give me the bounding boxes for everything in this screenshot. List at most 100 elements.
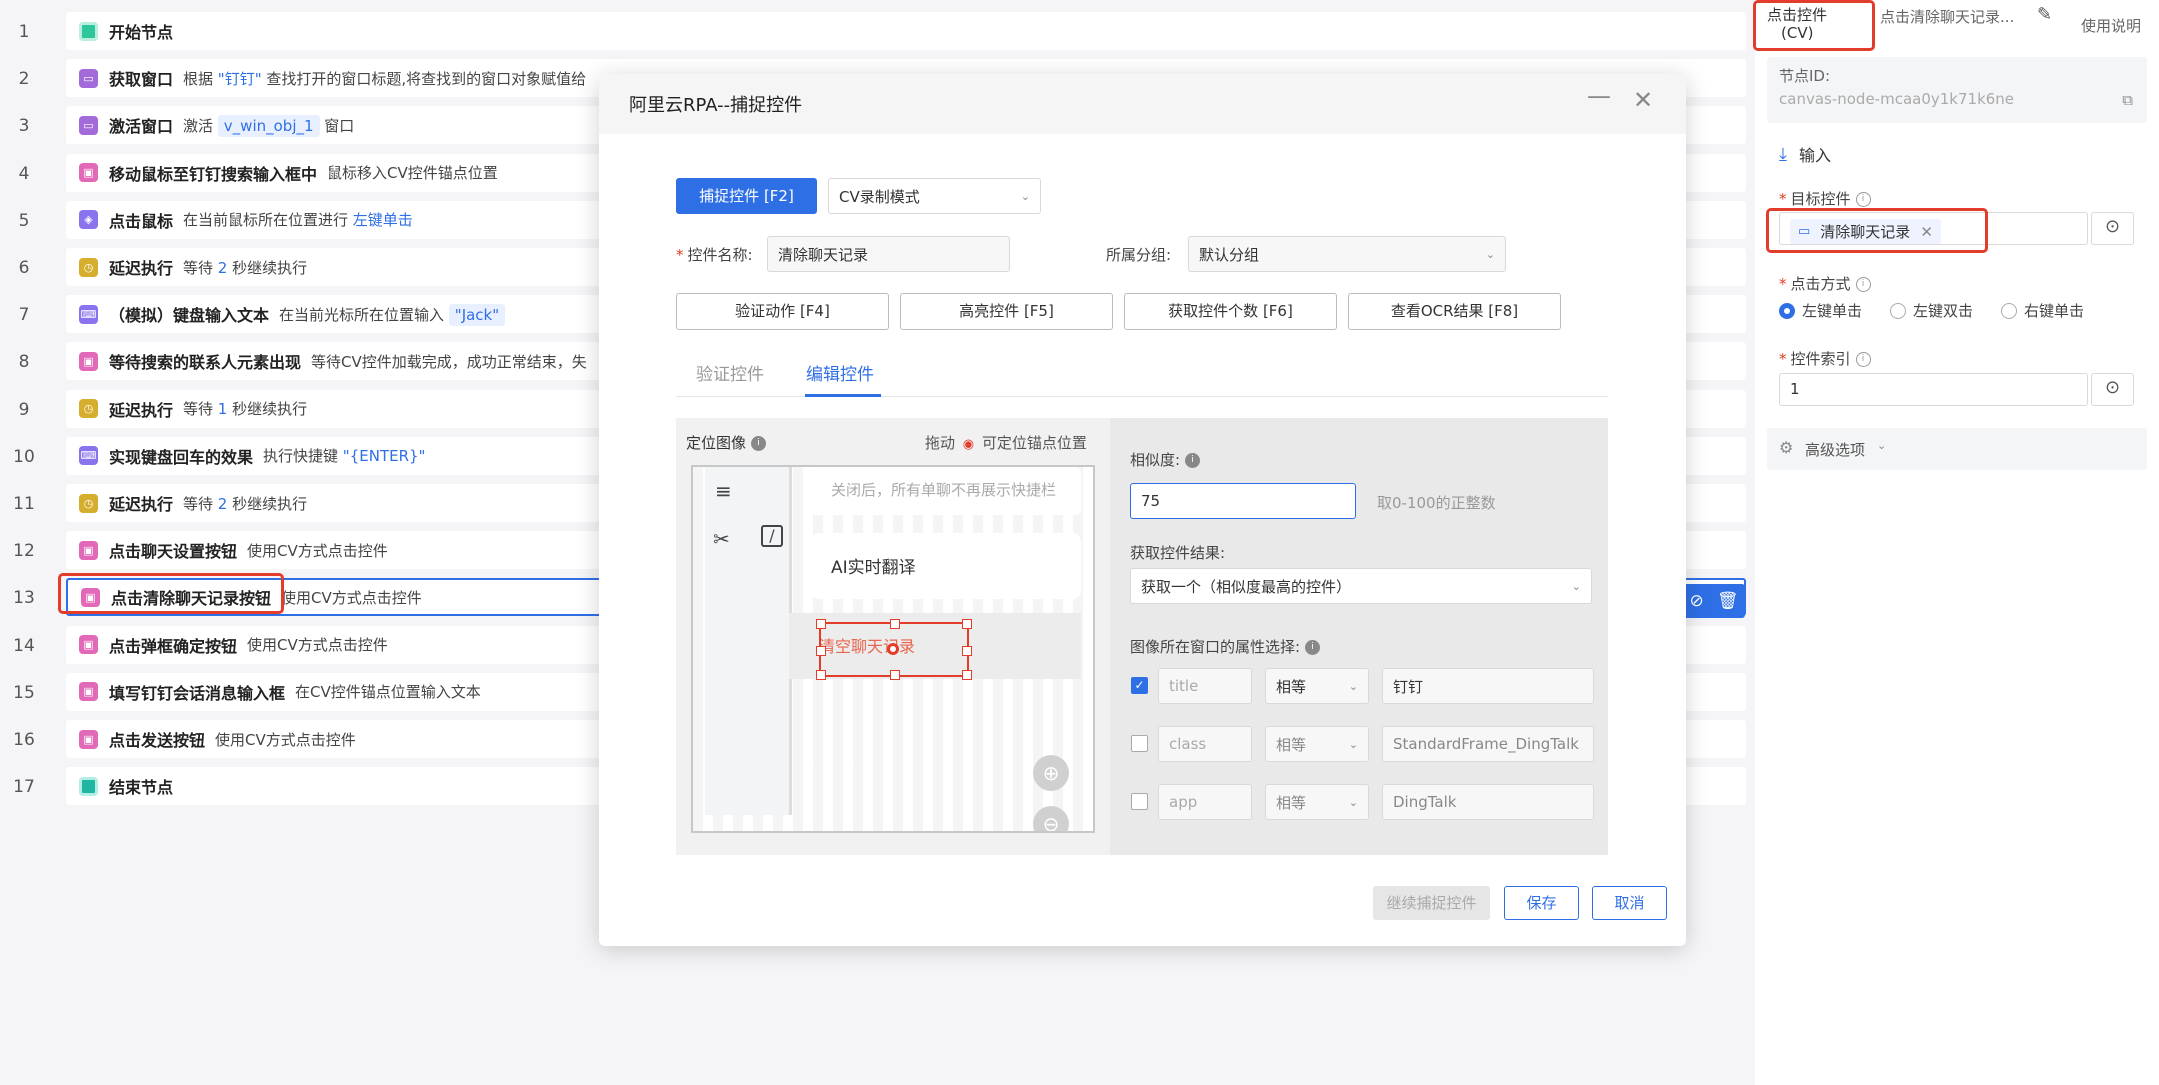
info-icon: i (1305, 640, 1321, 655)
view-ocr-result-button[interactable]: 查看OCR结果 [F8] (1348, 293, 1561, 330)
resize-handle[interactable] (816, 619, 826, 629)
chevron-down-icon: ⌄ (1348, 738, 1358, 751)
anchor-point[interactable] (887, 643, 899, 655)
chevron-down-icon: ⌄ (1020, 190, 1030, 203)
mouse-icon: ◈ (79, 210, 98, 230)
locate-image-label: 定位图像 i (686, 432, 767, 453)
capture-control-button[interactable]: 捕捉控件 [F2] (676, 178, 817, 214)
attr-title-checkbox[interactable]: ✓ (1131, 677, 1148, 694)
step-title: （模拟）键盘输入文本 (109, 306, 270, 326)
step-title: 激活窗口 (109, 117, 174, 137)
resize-handle[interactable] (890, 670, 900, 680)
radio-right-click[interactable]: 右键单击 (2001, 300, 2084, 321)
row-actions: ⊘ 🗑 (1683, 584, 1745, 618)
attr-class-op[interactable]: 相等 ⌄ (1265, 726, 1369, 762)
table-row[interactable]: 1 开始节点 (0, 9, 1755, 56)
index-more-button[interactable]: ⊙ (2091, 373, 2134, 406)
image-icon: ▣ (79, 635, 98, 655)
step-title: 延迟执行 (109, 495, 174, 514)
step-description: 等待 1 秒继续执行 (183, 400, 308, 419)
dialog-title: 阿里云RPA--捕捉控件 (629, 95, 803, 116)
resize-handle[interactable] (890, 619, 900, 629)
highlight-control-button[interactable]: 高亮控件 [F5] (900, 293, 1113, 330)
chevron-down-icon: ⌄ (1571, 580, 1581, 593)
step-number: 10 (13, 446, 35, 467)
image-icon: ▣ (79, 351, 98, 371)
step-title: 实现键盘回车的效果 (109, 447, 254, 467)
info-icon: i (751, 436, 767, 451)
preview-top-text: 关闭后，所有单聊不再展示快捷栏 (811, 467, 1081, 515)
zoom-in-icon[interactable]: ⊕ (1033, 755, 1069, 791)
step-card[interactable]: 开始节点 (66, 12, 1746, 50)
control-index-input[interactable]: 1 (1779, 373, 2088, 406)
window-icon: ▭ (79, 115, 98, 135)
attr-class-checkbox[interactable] (1131, 735, 1148, 752)
image-icon: ▣ (79, 163, 98, 183)
result-select[interactable]: 获取一个（相似度最高的控件） ⌄ (1130, 568, 1592, 604)
chevron-down-icon: ⌄ (1348, 796, 1358, 809)
cancel-button[interactable]: 取消 (1592, 886, 1667, 920)
step-number: 12 (13, 541, 35, 562)
attr-app-op[interactable]: 相等 ⌄ (1265, 784, 1369, 820)
copy-icon[interactable]: ⧉ (2122, 91, 2133, 109)
similarity-label: 相似度: i (1130, 449, 1201, 470)
tab-edit-control[interactable]: 编辑控件 (806, 360, 874, 385)
disable-icon[interactable]: ⊘ (1690, 591, 1704, 611)
radio-left-double-click[interactable]: 左键双击 (1890, 300, 1973, 321)
step-title: 获取窗口 (109, 70, 174, 90)
record-mode-select[interactable]: CV录制模式 ⌄ (828, 178, 1041, 214)
resize-handle[interactable] (962, 646, 972, 656)
attr-app-checkbox[interactable] (1131, 793, 1148, 810)
trash-icon[interactable]: 🗑 (1717, 591, 1739, 611)
similarity-input[interactable]: 75 (1130, 483, 1356, 519)
edit-icon[interactable]: ✎ (2037, 4, 2052, 25)
group-select[interactable]: 默认分组 ⌄ (1188, 236, 1506, 272)
tab-node-name[interactable]: 点击清除聊天记录... (1880, 6, 2014, 27)
resize-handle[interactable] (816, 670, 826, 680)
radio-left-click[interactable]: 左键单击 (1779, 300, 1862, 321)
control-name-input[interactable]: 清除聊天记录 (767, 236, 1010, 272)
step-description: 在当前光标所在位置输入 "Jack" (279, 303, 506, 326)
step-number: 1 (18, 22, 30, 42)
captured-image[interactable]: ≡ ✂ / 关闭后，所有单聊不再展示快捷栏 AI实时翻译 清空聊天记录 ⊕ ⊖ (691, 465, 1095, 833)
minimize-icon[interactable]: — (1587, 82, 1611, 110)
tab-verify-control[interactable]: 验证控件 (696, 360, 764, 385)
attr-class-value[interactable]: StandardFrame_DingTalk (1382, 726, 1594, 762)
step-number: 7 (18, 305, 30, 326)
verify-action-button[interactable]: 验证动作 [F4] (676, 293, 889, 330)
step-description: 等待 2 秒继续执行 (183, 494, 308, 513)
close-icon[interactable]: ✕ (1633, 86, 1653, 114)
step-title: 等待搜索的联系人元素出现 (109, 353, 302, 373)
save-button[interactable]: 保存 (1504, 886, 1579, 920)
help-link[interactable]: 使用说明 (2081, 15, 2141, 36)
step-description: 在当前鼠标所在位置进行 左键单击 (183, 211, 413, 230)
attr-title-value[interactable]: 钉钉 (1382, 668, 1594, 704)
step-number: 6 (18, 258, 30, 278)
advanced-options[interactable]: ⚙ 高级选项 ⌄ (1767, 428, 2147, 470)
step-number: 17 (13, 777, 35, 798)
group-label: 所属分组: (1106, 246, 1172, 264)
resize-handle[interactable] (962, 670, 972, 680)
get-control-count-button[interactable]: 获取控件个数 [F6] (1124, 293, 1337, 330)
step-description: 激活 v_win_obj_1 窗口 (183, 114, 355, 137)
step-title: 填写钉钉会话消息输入框 (109, 683, 286, 703)
step-description: 使用CV方式点击控件 (281, 588, 422, 607)
highlight-box (1753, 0, 1875, 51)
attr-title-key: title (1158, 668, 1252, 704)
continue-capture-button[interactable]: 继续捕捉控件 (1373, 886, 1490, 920)
input-section-header[interactable]: ⤓ 输入 (1779, 142, 1831, 166)
selection-box[interactable] (816, 619, 972, 680)
more-options-button[interactable]: ⊙ (2091, 212, 2134, 245)
resize-handle[interactable] (962, 619, 972, 629)
step-title: 移动鼠标至钉钉搜索输入框中 (109, 164, 318, 184)
attr-app-value[interactable]: DingTalk (1382, 784, 1594, 820)
step-description: 使用CV方式点击控件 (247, 636, 388, 655)
resize-handle[interactable] (816, 646, 826, 656)
info-icon: i (1185, 453, 1201, 468)
delay-icon: ◷ (79, 493, 98, 513)
index-label: * 控件索引 i (1779, 348, 1871, 369)
chevron-down-icon: ⌄ (1485, 248, 1495, 261)
attr-title-op[interactable]: 相等 ⌄ (1265, 668, 1369, 704)
menu-icon: ≡ (715, 479, 732, 503)
step-title: 点击发送按钮 (109, 731, 206, 750)
